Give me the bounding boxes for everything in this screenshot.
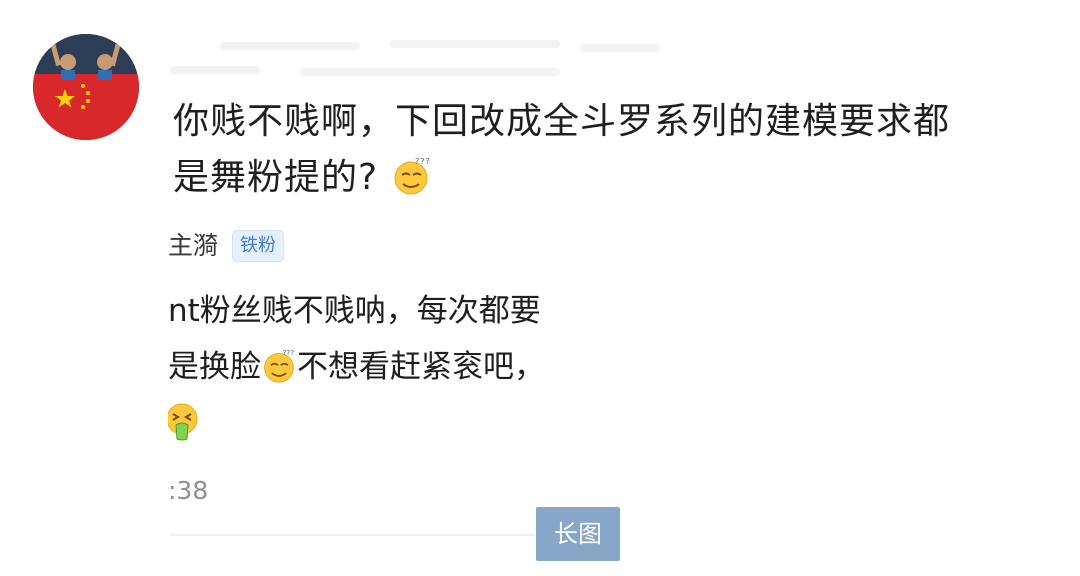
obscured-header xyxy=(160,26,680,96)
reply-line-text: 不想看赶紧衮吧， xyxy=(297,349,545,385)
reply-line: nt粉丝贱不贱呐，每次都要 xyxy=(168,293,541,329)
avatar[interactable] xyxy=(33,34,139,140)
avatar-image xyxy=(33,34,139,140)
reply-username-row: 主漪 铁粉 xyxy=(168,226,285,266)
comment-line: 你贱不贱啊，下回改成全斗罗系列的建模要求都 xyxy=(173,101,951,142)
smirk-sweat-emoji-icon: ??? xyxy=(391,156,431,196)
comment-text: 你贱不贱啊，下回改成全斗罗系列的建模要求都 是舞粉提的? ??? xyxy=(173,94,1053,206)
comment-line: 是舞粉提的? ??? xyxy=(173,150,1053,206)
divider xyxy=(170,534,535,536)
reply-line-text: 是换脸 xyxy=(168,349,261,385)
reply-text: nt粉丝贱不贱呐，每次都要 是换脸 ??? 不想看赶紧衮吧， xyxy=(168,283,545,395)
long-image-button[interactable]: 长图 xyxy=(536,507,620,561)
reply-timestamp: :38 xyxy=(168,476,209,505)
fan-badge: 铁粉 xyxy=(232,230,285,262)
smirk-sweat-emoji-icon: ??? xyxy=(261,348,297,384)
vomit-emoji-icon xyxy=(166,401,202,445)
svg-text:???: ??? xyxy=(415,157,431,166)
reply-username[interactable]: 主漪 xyxy=(168,226,218,266)
reply-line: 是换脸 ??? 不想看赶紧衮吧， xyxy=(168,339,545,395)
svg-text:???: ??? xyxy=(283,348,295,357)
comment-line-text: 是舞粉提的? xyxy=(173,157,379,198)
